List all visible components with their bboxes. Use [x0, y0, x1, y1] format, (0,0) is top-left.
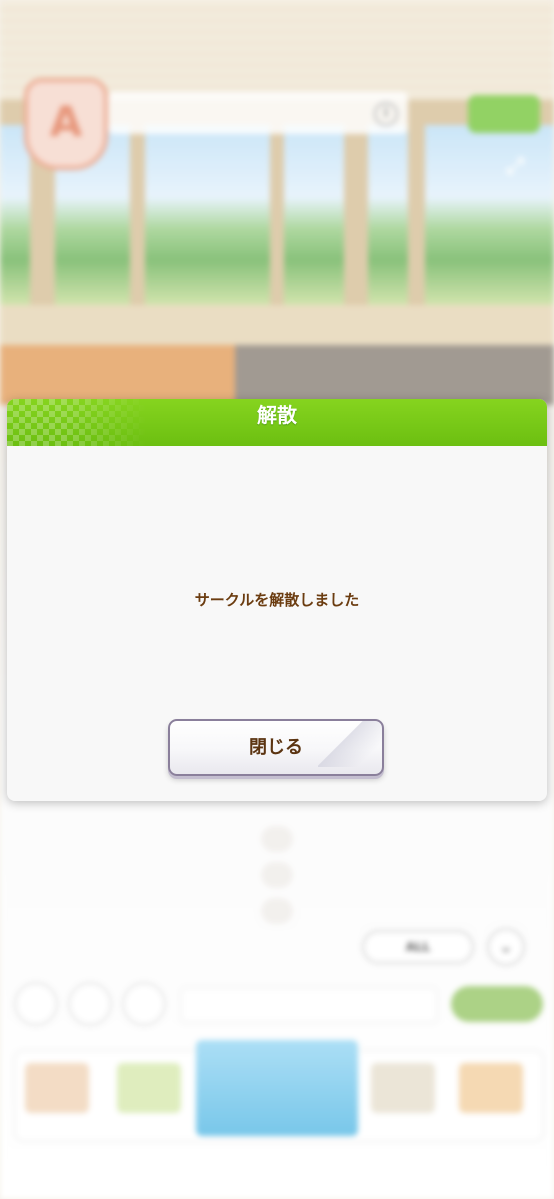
close-button[interactable]: 閉じる	[168, 719, 384, 776]
disband-dialog: 解散 サークルを解散しました 閉じる	[7, 399, 547, 801]
dialog-message: サークルを解散しました	[194, 591, 360, 609]
dialog-title: 解散	[257, 403, 297, 427]
close-button-label: 閉じる	[249, 737, 303, 758]
button-shine	[318, 721, 382, 767]
dialog-header: 解散	[7, 399, 547, 446]
